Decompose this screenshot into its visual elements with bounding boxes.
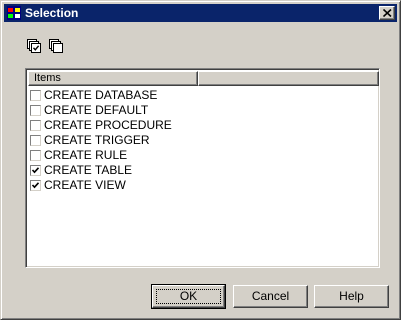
item-label: CREATE TABLE	[44, 163, 133, 177]
cancel-button-label: Cancel	[251, 289, 290, 303]
cancel-button[interactable]: Cancel	[233, 285, 308, 308]
window-title: Selection	[25, 6, 79, 20]
item-label: CREATE RULE	[44, 148, 128, 162]
item-label: CREATE PROCEDURE	[44, 118, 172, 132]
item-checkbox[interactable]	[30, 120, 41, 131]
item-checkbox[interactable]	[30, 105, 41, 116]
ok-button[interactable]: OK	[151, 284, 226, 309]
item-checkbox[interactable]	[30, 150, 41, 161]
list-item[interactable]: CREATE DEFAULT	[28, 103, 377, 118]
list-header: Items	[28, 71, 379, 86]
list-item[interactable]: CREATE TRIGGER	[28, 133, 377, 148]
item-label: CREATE TRIGGER	[44, 133, 150, 147]
checkmark-icon	[31, 167, 40, 174]
title-bar[interactable]: Selection	[4, 4, 397, 22]
select-all-button[interactable]	[26, 38, 42, 54]
item-checkbox[interactable]	[30, 90, 41, 101]
checkmark-icon	[31, 182, 40, 189]
app-icon	[7, 6, 21, 20]
help-button[interactable]: Help	[314, 285, 389, 308]
list-item[interactable]: CREATE TABLE	[28, 163, 377, 178]
item-checkbox[interactable]	[30, 165, 41, 176]
item-checkbox[interactable]	[30, 180, 41, 191]
list-item[interactable]: CREATE VIEW	[28, 178, 377, 193]
list-rows: CREATE DATABASE CREATE DEFAULT CREATE PR…	[28, 88, 377, 193]
item-label: CREATE VIEW	[44, 178, 126, 192]
close-icon	[383, 9, 392, 17]
help-button-label: Help	[339, 289, 364, 303]
deselect-all-button[interactable]	[48, 38, 64, 54]
item-label: CREATE DEFAULT	[44, 103, 149, 117]
select-all-icon	[27, 39, 41, 53]
list-item[interactable]: CREATE RULE	[28, 148, 377, 163]
item-label: CREATE DATABASE	[44, 88, 158, 102]
ok-button-label: OK	[179, 289, 198, 303]
column-header-empty[interactable]	[198, 71, 379, 86]
selection-dialog: Selection Items CREATE DATABASE CREATE D…	[0, 0, 401, 320]
list-item[interactable]: CREATE DATABASE	[28, 88, 377, 103]
items-list[interactable]: Items CREATE DATABASE CREATE DEFAULT CRE…	[25, 68, 380, 268]
list-item[interactable]: CREATE PROCEDURE	[28, 118, 377, 133]
column-header-items[interactable]: Items	[28, 71, 198, 86]
close-button[interactable]	[379, 6, 395, 20]
deselect-all-icon	[49, 39, 63, 53]
item-checkbox[interactable]	[30, 135, 41, 146]
